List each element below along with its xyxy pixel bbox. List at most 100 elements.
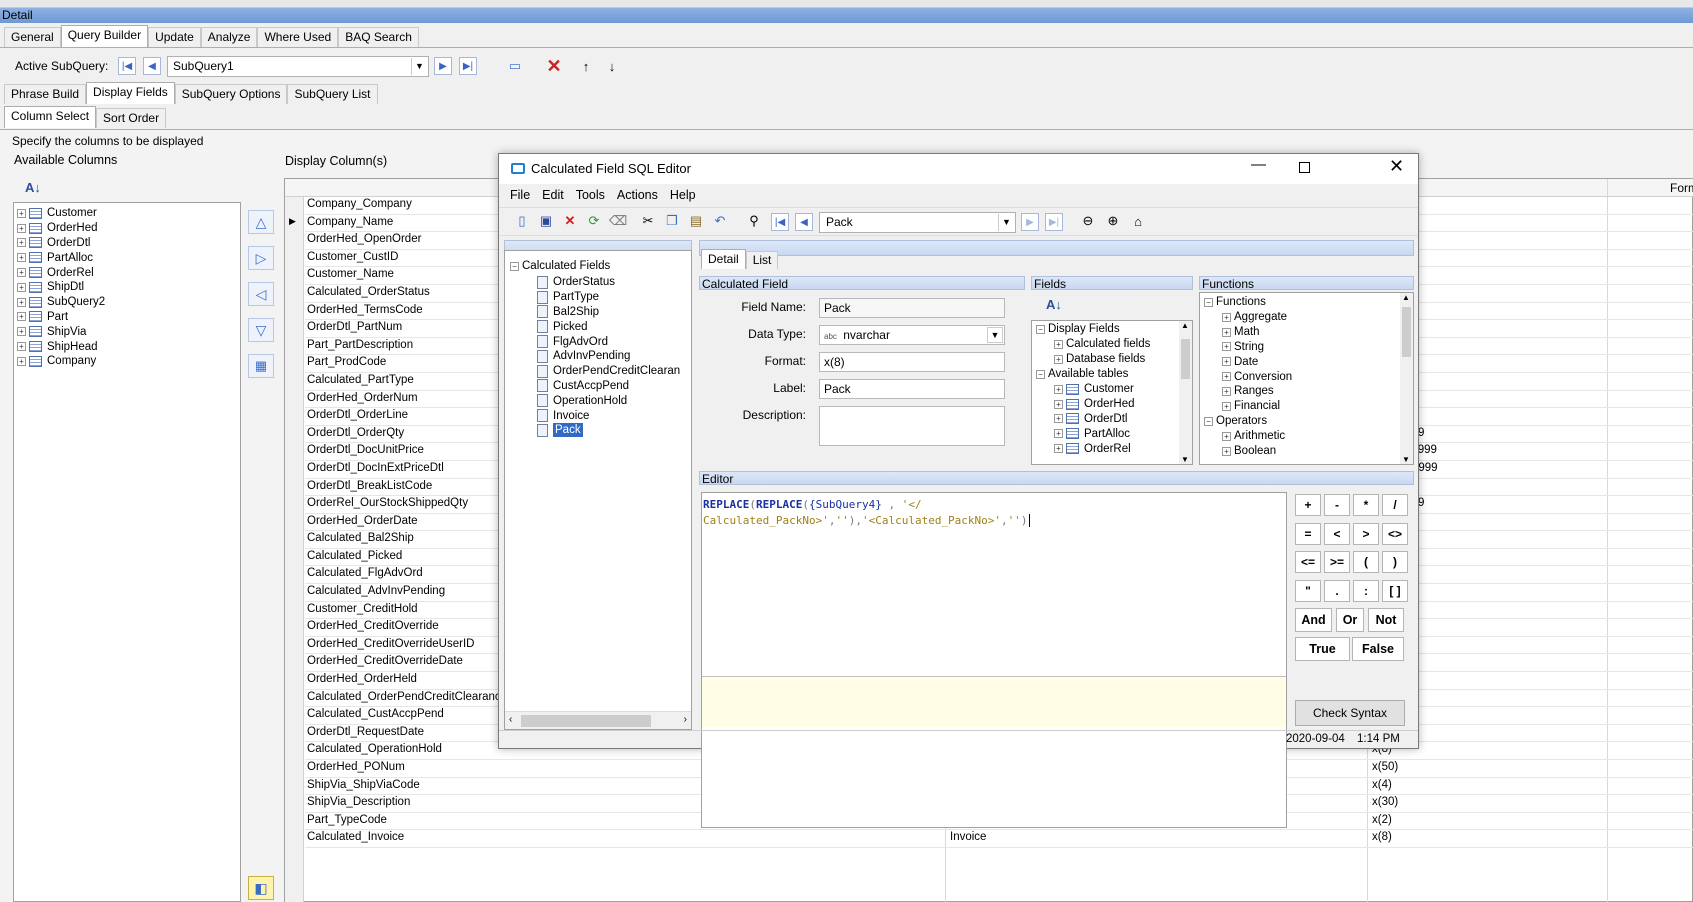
function-group-item[interactable]: + Aggregate	[1222, 310, 1292, 325]
move-up-button[interactable]: △	[248, 210, 274, 234]
expand-icon[interactable]: +	[1222, 431, 1231, 441]
tree-available-tables[interactable]: − Available tables	[1036, 367, 1128, 382]
horizontal-scrollbar[interactable]: ‹ ›	[505, 711, 691, 729]
expand-icon[interactable]: +	[1222, 386, 1231, 396]
expand-icon[interactable]: +	[1054, 384, 1063, 394]
operator-key-button[interactable]: +	[1295, 494, 1321, 516]
calc-field-item[interactable]: Pack	[537, 423, 680, 438]
tree-item-orderdtl[interactable]: + OrderDtl	[17, 236, 240, 251]
operator-key-button[interactable]: .	[1324, 579, 1350, 602]
function-group-item[interactable]: + Math	[1222, 325, 1292, 340]
menu-file[interactable]: File	[504, 185, 536, 205]
available-table-item[interactable]: + PartAlloc	[1054, 426, 1135, 441]
home-icon[interactable]: ⌂	[1129, 212, 1147, 230]
new-document-icon[interactable]: ▭	[506, 57, 524, 75]
menu-edit[interactable]: Edit	[536, 185, 570, 205]
operator-key-button[interactable]: "	[1295, 579, 1321, 602]
tab-detail[interactable]: Detail	[701, 249, 746, 269]
scroll-up-icon[interactable]: ▲	[1181, 321, 1189, 330]
delete-icon[interactable]: ✕	[561, 212, 579, 230]
tab-where-used[interactable]: Where Used	[257, 27, 339, 47]
operator-key-button[interactable]: <=	[1295, 551, 1321, 573]
scroll-down-icon[interactable]: ▼	[1181, 455, 1189, 464]
expand-icon[interactable]: +	[1222, 372, 1231, 382]
menu-actions[interactable]: Actions	[611, 185, 664, 205]
expand-icon[interactable]: +	[1222, 312, 1231, 322]
expand-icon[interactable]: +	[17, 327, 26, 337]
collapse-icon[interactable]: −	[1036, 369, 1045, 379]
or-button[interactable]: Or	[1336, 608, 1364, 632]
search-icon[interactable]: ⚲	[745, 212, 763, 230]
expand-icon[interactable]: +	[17, 312, 26, 322]
chevron-down-icon[interactable]: ▼	[998, 214, 1014, 231]
expand-icon[interactable]: +	[17, 342, 26, 352]
function-group-item[interactable]: + Ranges	[1222, 384, 1292, 399]
expand-icon[interactable]: +	[17, 297, 26, 307]
field-name-input[interactable]: Pack	[819, 298, 1005, 318]
back-icon[interactable]: ⊖	[1079, 212, 1097, 230]
move-down-button[interactable]: ▽	[248, 318, 274, 342]
expand-icon[interactable]: +	[1054, 429, 1063, 439]
expand-icon[interactable]: +	[1054, 339, 1063, 349]
tree-item-customer[interactable]: + Customer	[17, 206, 240, 221]
operator-key-button[interactable]: -	[1324, 494, 1350, 516]
new-icon[interactable]: ▯	[513, 212, 531, 230]
scrollbar-thumb[interactable]	[1402, 307, 1411, 357]
tab-display-fields[interactable]: Display Fields	[86, 82, 175, 104]
expand-icon[interactable]: +	[1222, 357, 1231, 367]
expand-icon[interactable]: +	[1054, 414, 1063, 424]
label-input[interactable]: Pack	[819, 379, 1005, 399]
tree-item-orderhed[interactable]: + OrderHed	[17, 221, 240, 236]
expand-icon[interactable]: +	[1222, 327, 1231, 337]
tree-item-orderrel[interactable]: + OrderRel	[17, 265, 240, 280]
function-group-item[interactable]: + Conversion	[1222, 369, 1292, 384]
chevron-down-icon[interactable]: ▼	[411, 58, 427, 75]
tab-query-builder[interactable]: Query Builder	[60, 25, 149, 47]
operator-key-button[interactable]: *	[1353, 494, 1379, 516]
calc-field-item[interactable]: OrderStatus	[537, 275, 680, 290]
scroll-left-icon[interactable]: ‹	[509, 714, 512, 725]
refresh-icon[interactable]: ⟳	[585, 212, 603, 230]
next-record-icon[interactable]: ▶	[434, 57, 452, 75]
forward-icon[interactable]: ⊕	[1104, 212, 1122, 230]
table-row[interactable]: Calculated_Invoice Invoice x(8)	[305, 830, 1693, 848]
tree-root-calculated-fields[interactable]: − Calculated Fields	[510, 259, 610, 274]
expand-icon[interactable]: +	[17, 282, 26, 292]
scroll-up-icon[interactable]: ▲	[1402, 293, 1410, 302]
check-syntax-button[interactable]: Check Syntax	[1295, 700, 1405, 726]
expand-icon[interactable]: +	[1054, 354, 1063, 364]
expand-icon[interactable]: +	[1222, 401, 1231, 411]
expand-icon[interactable]: +	[1054, 399, 1063, 409]
undo-icon[interactable]: ↶	[711, 212, 729, 230]
expand-icon[interactable]: +	[17, 253, 26, 263]
tree-item-company[interactable]: + Company	[17, 354, 240, 369]
tree-item-partalloc[interactable]: + PartAlloc	[17, 250, 240, 265]
tree-item-shipvia[interactable]: + ShipVia	[17, 324, 240, 339]
last-record-icon[interactable]: ▶|	[1045, 213, 1063, 231]
active-subquery-select[interactable]: SubQuery1 ▼	[167, 56, 429, 77]
tab-column-select[interactable]: Column Select	[4, 106, 97, 128]
function-group-item[interactable]: + Date	[1222, 354, 1292, 369]
record-nav-select[interactable]: Pack ▼	[819, 212, 1016, 233]
available-table-item[interactable]: + OrderDtl	[1054, 412, 1135, 427]
operator-key-button[interactable]: >=	[1324, 551, 1350, 573]
operator-key-button[interactable]: <>	[1382, 522, 1408, 545]
not-button[interactable]: Not	[1368, 608, 1404, 632]
tree-calculated-fields[interactable]: + Calculated fields	[1054, 337, 1150, 352]
operator-key-button[interactable]: (	[1353, 551, 1379, 573]
calc-field-item[interactable]: PartType	[537, 290, 680, 305]
tab-list[interactable]: List	[745, 251, 779, 269]
function-group-item[interactable]: + String	[1222, 340, 1292, 355]
expand-icon[interactable]: +	[17, 238, 26, 248]
collapse-icon[interactable]: −	[510, 261, 519, 271]
tab-sort-order[interactable]: Sort Order	[96, 108, 167, 128]
expand-icon[interactable]: +	[1222, 342, 1231, 352]
calc-field-item[interactable]: Picked	[537, 319, 680, 334]
tab-baq-search[interactable]: BAQ Search	[338, 27, 419, 47]
maximize-icon[interactable]	[1299, 162, 1310, 173]
calc-field-item[interactable]: CustAccpPend	[537, 379, 680, 394]
tab-phrase-build[interactable]: Phrase Build	[4, 84, 87, 104]
tree-item-shipdtl[interactable]: + ShipDtl	[17, 280, 240, 295]
tree-item-shiphead[interactable]: + ShipHead	[17, 339, 240, 354]
tab-subquery-options[interactable]: SubQuery Options	[174, 84, 288, 104]
